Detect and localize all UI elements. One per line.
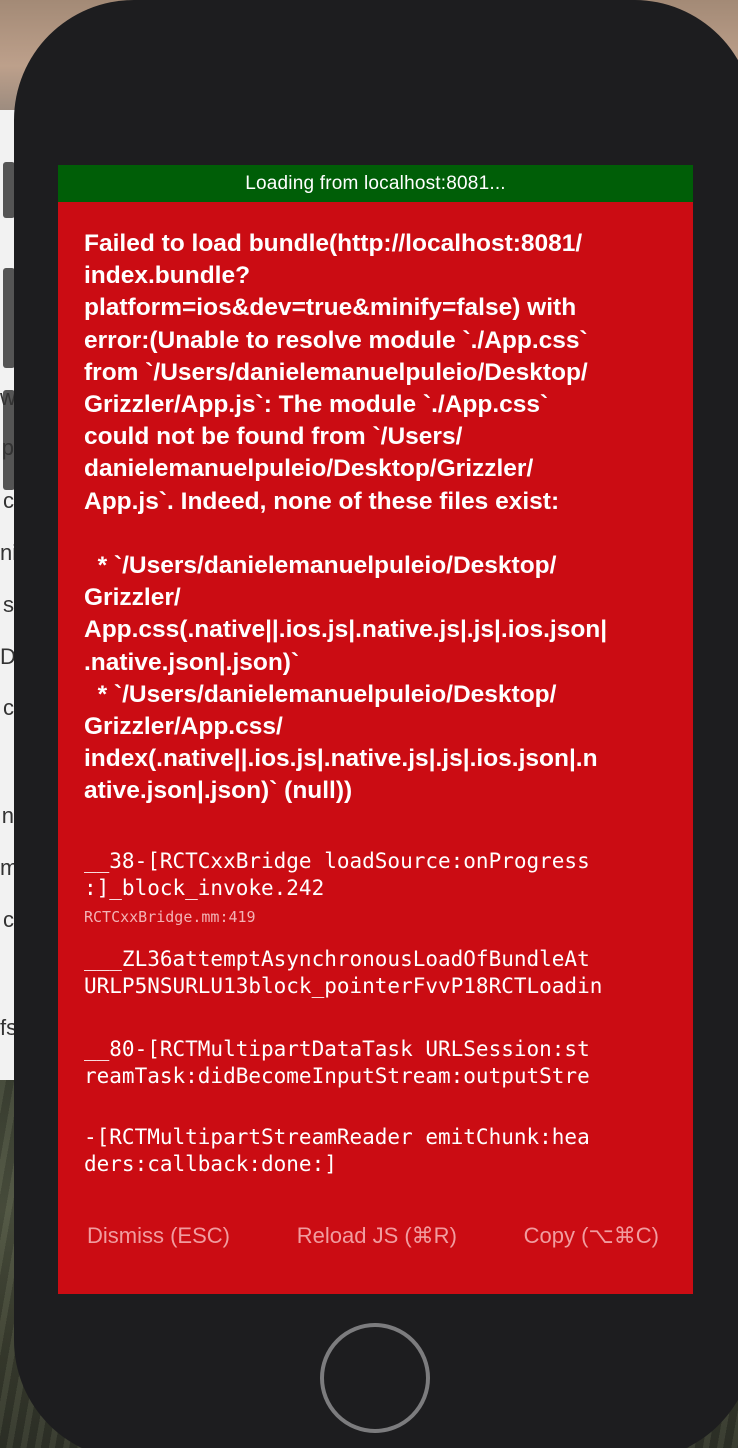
error-message: Failed to load bundle(http://localhost:8… <box>84 230 608 805</box>
stack-frame-method: __80-[RCTMultipartDataTask URLSession:st… <box>84 1036 590 1088</box>
stack-frame[interactable]: -[RCTMultipartStreamReader emitChunk:hea… <box>84 1124 667 1178</box>
stack-frame-file: RCTCxxBridge.mm:419 <box>84 907 256 926</box>
reload-js-button[interactable]: Reload JS (⌘R) <box>297 1223 457 1249</box>
stack-trace: __38-[RCTCxxBridge loadSource:onProgress… <box>58 808 693 1178</box>
redbox-button-bar: Dismiss (ESC) Reload JS (⌘R) Copy (⌥⌘C) <box>58 1223 693 1249</box>
background-text-fragment: p <box>1 435 14 460</box>
stack-frame[interactable]: __80-[RCTMultipartDataTask URLSession:st… <box>84 1036 667 1090</box>
background-text-fragment: s <box>3 592 14 617</box>
background-text-fragment: n <box>1 803 14 828</box>
background-text-fragment: c <box>3 907 14 932</box>
stack-frame[interactable]: ___ZL36attemptAsynchronousLoadOfBundleAt… <box>84 946 667 1000</box>
dismiss-button[interactable]: Dismiss (ESC) <box>87 1223 230 1249</box>
background-text-fragment: c <box>3 695 14 720</box>
stack-frame-method: -[RCTMultipartStreamReader emitChunk:hea… <box>84 1124 590 1176</box>
background-text-fragment: D <box>0 644 14 669</box>
background-text-fragment: w <box>0 385 14 410</box>
background-text-fragment: m <box>0 855 14 880</box>
stack-frame-method: __38-[RCTCxxBridge loadSource:onProgress… <box>84 848 590 900</box>
copy-button[interactable]: Copy (⌥⌘C) <box>524 1223 659 1249</box>
redbox-error-screen: Loading from localhost:8081... Failed to… <box>58 165 693 1294</box>
loading-banner: Loading from localhost:8081... <box>58 165 693 202</box>
background-text-fragment: c <box>3 488 14 513</box>
background-text-fragment: fs <box>0 1015 14 1040</box>
stack-frame[interactable]: __38-[RCTCxxBridge loadSource:onProgress… <box>84 848 667 928</box>
background-text-fragment: ni <box>0 540 14 565</box>
home-button[interactable] <box>320 1323 430 1433</box>
stack-frame-method: ___ZL36attemptAsynchronousLoadOfBundleAt… <box>84 946 603 998</box>
